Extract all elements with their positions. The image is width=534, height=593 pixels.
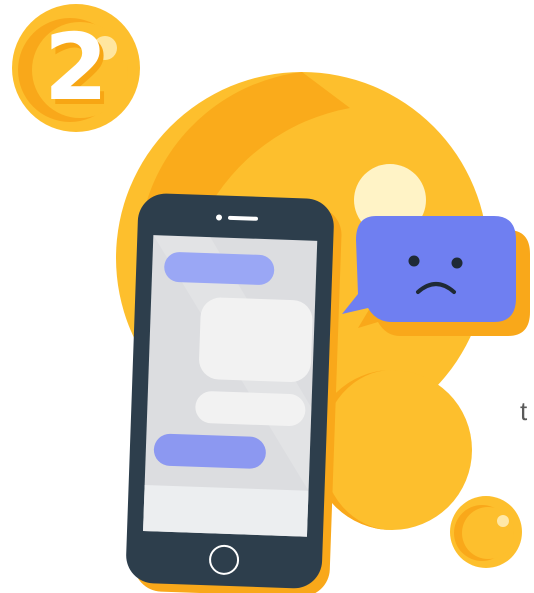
- message-bubble: [195, 391, 306, 427]
- badge-digit: 2: [43, 14, 108, 121]
- small-coin: [450, 496, 522, 568]
- message-bubble: [164, 252, 275, 285]
- message-bubble: [199, 297, 313, 383]
- message-bubble: [153, 433, 266, 469]
- edge-text-fragment: t: [520, 396, 528, 426]
- smartphone-icon: [126, 193, 342, 593]
- medium-yellow-circle: [312, 370, 472, 530]
- chat-bubble-icon: [342, 216, 530, 336]
